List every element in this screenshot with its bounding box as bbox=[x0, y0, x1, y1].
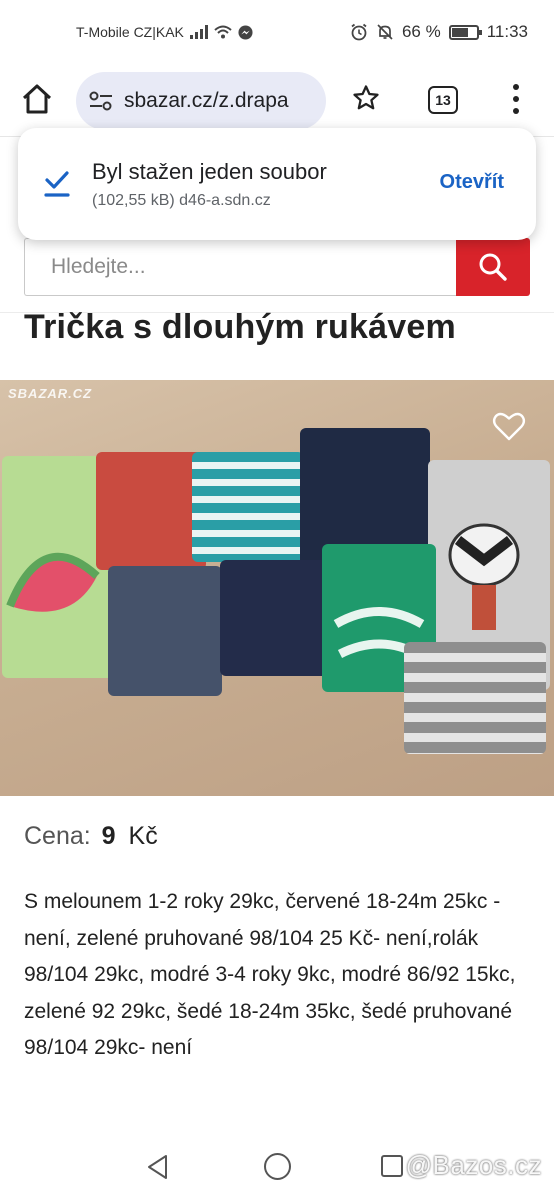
shirt-teal-striped bbox=[192, 452, 304, 562]
listing-title: Trička s dlouhým rukávem bbox=[24, 308, 456, 346]
photo-watermark: SBAZAR.CZ bbox=[8, 386, 93, 401]
status-bar: T-Mobile CZ|KAK 66 % 11:33 bbox=[0, 0, 554, 66]
system-nav-bar: @Bazos.cz bbox=[0, 1132, 554, 1200]
url-text: sbazar.cz/z.drapa bbox=[124, 89, 289, 112]
download-notification: Byl stažen jeden soubor (102,55 kB) d46-… bbox=[18, 128, 536, 240]
status-right: 66 % 11:33 bbox=[350, 22, 528, 42]
price-value: 9 bbox=[101, 822, 116, 850]
shirt-grey-striped bbox=[404, 642, 546, 754]
more-menu-icon[interactable] bbox=[508, 84, 524, 114]
shirt-navy bbox=[220, 560, 332, 676]
messenger-icon bbox=[238, 24, 253, 40]
open-file-button[interactable]: Otevřít bbox=[440, 171, 504, 194]
shirt-blue-long bbox=[108, 566, 222, 696]
battery-percent: 66 % bbox=[401, 22, 441, 41]
browser-toolbar: sbazar.cz/z.drapa 13 bbox=[0, 66, 554, 132]
download-complete-icon bbox=[44, 171, 70, 197]
notification-subtitle: (102,55 kB) d46-a.sdn.cz bbox=[92, 192, 271, 209]
signal-icon bbox=[189, 25, 208, 39]
alarm-icon bbox=[351, 23, 367, 41]
favorite-heart-icon[interactable] bbox=[492, 410, 526, 442]
home-nav-icon[interactable] bbox=[264, 1153, 291, 1180]
home-icon[interactable] bbox=[20, 82, 54, 116]
bookmark-star-icon[interactable] bbox=[352, 84, 380, 112]
recent-apps-icon[interactable] bbox=[381, 1155, 403, 1177]
price-row: Cena: 9 Kč bbox=[24, 822, 158, 851]
status-left: T-Mobile CZ|KAK bbox=[76, 24, 253, 40]
address-bar[interactable]: sbazar.cz/z.drapa bbox=[76, 72, 326, 130]
site-settings-icon[interactable] bbox=[88, 90, 114, 112]
tab-switcher-button[interactable]: 13 bbox=[428, 86, 458, 114]
search-button[interactable] bbox=[456, 238, 530, 296]
battery-icon bbox=[448, 24, 482, 40]
clock: 11:33 bbox=[486, 22, 528, 41]
listing-photo[interactable]: SBAZAR.CZ bbox=[0, 380, 554, 796]
site-watermark: @Bazos.cz bbox=[405, 1150, 542, 1180]
price-currency: Kč bbox=[128, 822, 158, 850]
battery-fill bbox=[451, 27, 468, 37]
search-input[interactable]: Hledejte... bbox=[24, 238, 456, 296]
mute-notifications-icon bbox=[377, 24, 393, 40]
wifi-icon bbox=[214, 25, 232, 39]
search-icon bbox=[479, 253, 507, 281]
back-icon[interactable] bbox=[146, 1154, 170, 1180]
notification-title: Byl stažen jeden soubor bbox=[92, 159, 327, 184]
carrier-label: T-Mobile CZ|KAK bbox=[76, 24, 184, 40]
price-label: Cena: bbox=[24, 822, 91, 850]
shirt-red bbox=[96, 452, 206, 570]
listing-description: S melounem 1-2 roky 29kc, červené 18-24m… bbox=[24, 890, 516, 1059]
page-content: Hledejte... Trička s dlouhým rukávem SBA… bbox=[0, 132, 554, 1132]
